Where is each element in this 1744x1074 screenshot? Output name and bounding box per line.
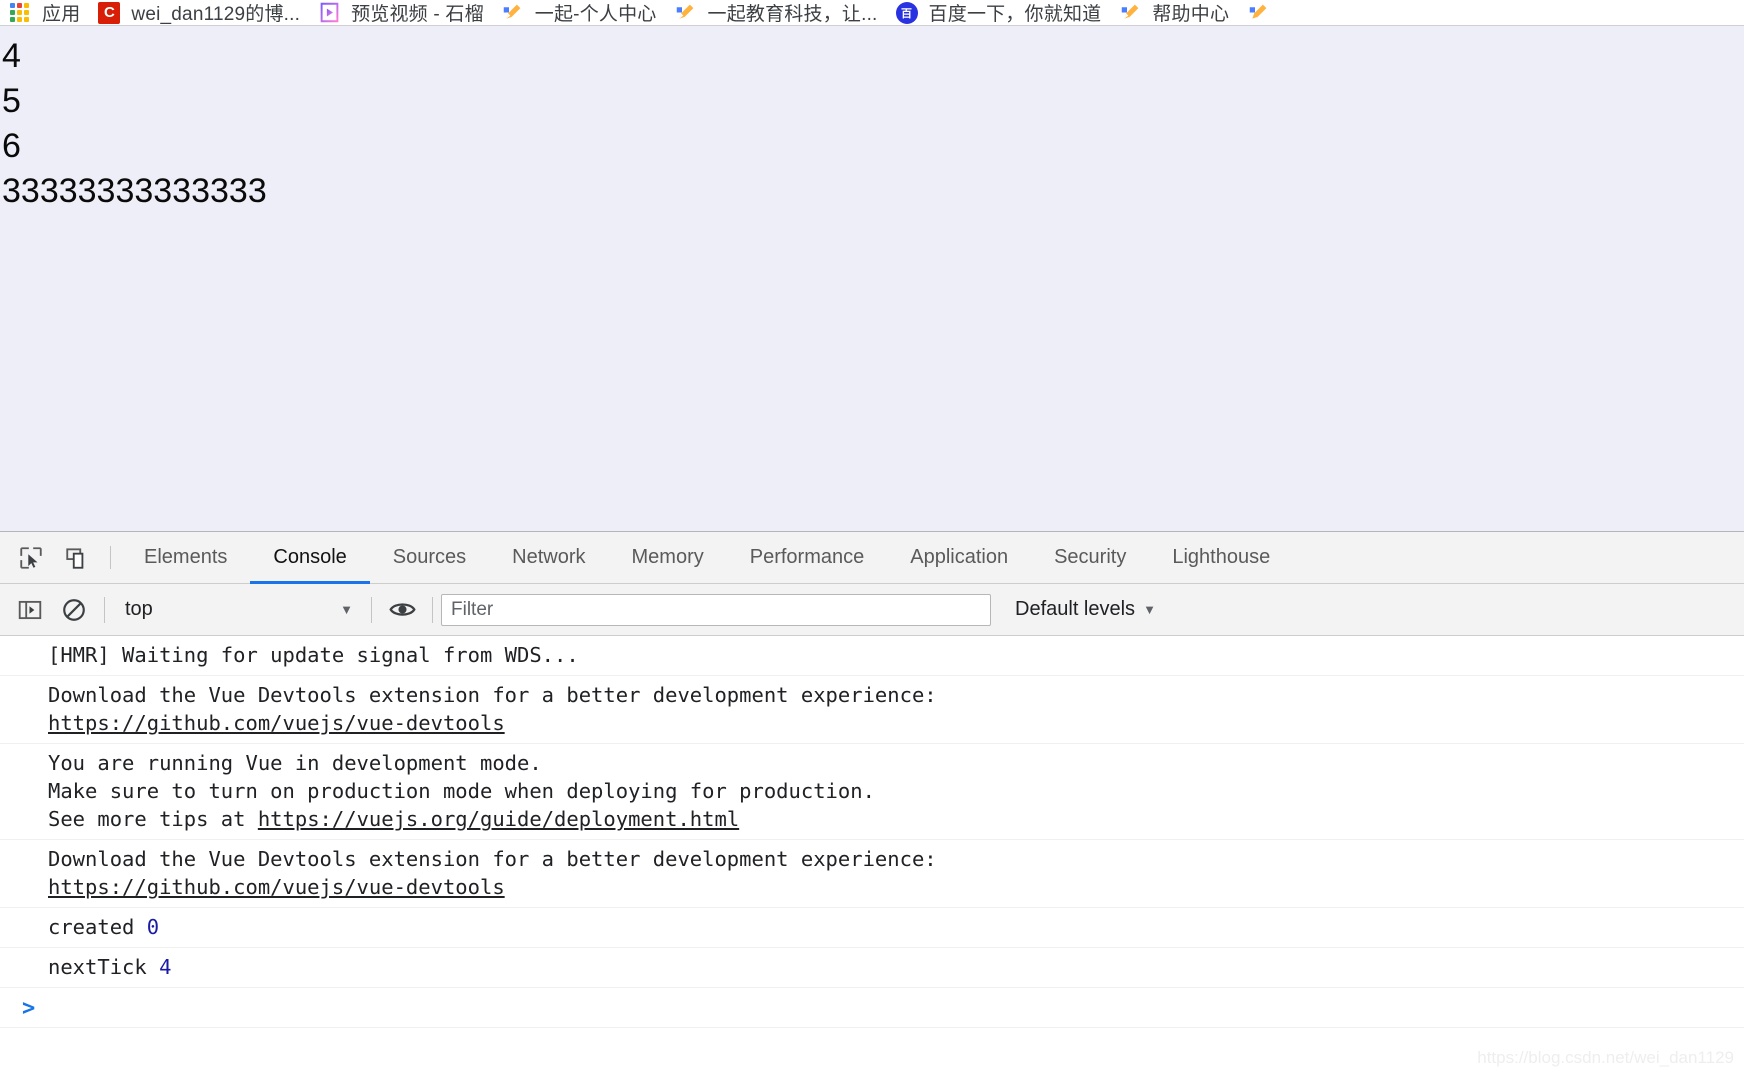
csdn-glyph: C xyxy=(98,1,121,24)
tab-label: Memory xyxy=(631,546,704,568)
tab-label: Security xyxy=(1054,546,1127,568)
console-value-number: 4 xyxy=(159,955,172,979)
console-message[interactable]: You are running Vue in development mode.… xyxy=(0,744,1744,840)
bookmark-label: 预览视频 - 石榴 xyxy=(351,4,484,25)
page-output-line: 33333333333333 xyxy=(2,172,267,210)
tab-console[interactable]: Console xyxy=(250,532,371,584)
pencil-icon xyxy=(1119,2,1141,24)
console-prompt-input[interactable] xyxy=(49,996,1744,1020)
prompt-chevron-icon: > xyxy=(22,996,36,1021)
console-link[interactable]: https://vuejs.org/guide/deployment.html xyxy=(258,807,739,831)
page-output-line: 4 xyxy=(2,37,21,75)
devtools-panel: Elements Console Sources Network Memory … xyxy=(0,531,1744,1074)
bookmark-label: 百度一下，你就知道 xyxy=(928,4,1102,25)
video-play-icon xyxy=(318,2,340,24)
chevron-down-icon: ▼ xyxy=(1143,602,1156,617)
bookmark-item-overflow[interactable] xyxy=(1238,0,1289,25)
console-text: [HMR] Waiting for update signal from WDS… xyxy=(48,643,579,667)
execution-context-select[interactable]: top ▼ xyxy=(113,592,363,628)
console-message[interactable]: created 0 xyxy=(0,908,1744,948)
bookmark-label: wei_dan1129的博... xyxy=(131,4,301,25)
console-text: Download the Vue Devtools extension for … xyxy=(48,847,937,871)
toolbar-divider xyxy=(432,596,433,623)
page-viewport: 4 5 6 33333333333333 xyxy=(0,25,1744,531)
console-link[interactable]: https://github.com/vuejs/vue-devtools xyxy=(48,711,505,735)
watermark-text: https://blog.csdn.net/wei_dan1129 xyxy=(1477,1048,1734,1067)
pencil-icon xyxy=(502,2,524,24)
console-sidebar-icon[interactable] xyxy=(8,588,52,632)
clear-console-icon[interactable] xyxy=(52,588,96,632)
console-message[interactable]: nextTick 4 xyxy=(0,948,1744,988)
console-link[interactable]: https://github.com/vuejs/vue-devtools xyxy=(48,875,505,899)
tab-label: Console xyxy=(273,546,347,568)
apps-grid-icon xyxy=(9,2,31,24)
tab-sources[interactable]: Sources xyxy=(370,532,489,583)
bookmark-label: 帮助中心 xyxy=(1152,4,1230,25)
console-message[interactable]: [HMR] Waiting for update signal from WDS… xyxy=(0,636,1744,676)
page-content: 4 5 6 33333333333333 xyxy=(0,26,1744,214)
tab-label: Sources xyxy=(392,546,467,568)
baidu-glyph: 百 xyxy=(895,1,918,24)
console-message-list[interactable]: [HMR] Waiting for update signal from WDS… xyxy=(0,636,1744,1074)
console-filter-toolbar: top ▼ Default levels ▼ xyxy=(0,584,1744,636)
baidu-icon: 百 xyxy=(895,1,918,24)
page-output-line: 5 xyxy=(2,82,21,120)
tab-performance[interactable]: Performance xyxy=(727,532,888,583)
bookmark-item-yiqi-user-center[interactable]: 一起-个人中心 xyxy=(493,0,666,25)
tab-lighthouse[interactable]: Lighthouse xyxy=(1149,532,1293,583)
toolbar-divider xyxy=(371,596,372,623)
console-message[interactable]: Download the Vue Devtools extension for … xyxy=(0,676,1744,744)
filter-input[interactable] xyxy=(441,593,991,626)
bookmark-item-apps[interactable]: 应用 xyxy=(0,0,89,25)
toolbar-divider xyxy=(110,546,111,569)
pencil-icon xyxy=(1247,2,1269,24)
live-expression-eye-icon[interactable] xyxy=(380,588,424,632)
bookmarks-bar: 应用 C wei_dan1129的博... 预览视频 - 石榴 一起-个人中心 … xyxy=(0,0,1744,25)
log-levels-value: Default levels xyxy=(1015,598,1136,620)
tab-memory[interactable]: Memory xyxy=(609,532,727,583)
console-message[interactable]: Download the Vue Devtools extension for … xyxy=(0,840,1744,908)
bookmark-item-yiqi-education[interactable]: 一起教育科技，让... xyxy=(666,0,887,25)
console-text: created xyxy=(48,915,147,939)
inspect-element-icon[interactable] xyxy=(8,532,54,583)
bookmark-item-csdn-blog[interactable]: C wei_dan1129的博... xyxy=(89,0,309,25)
devtools-tabbar: Elements Console Sources Network Memory … xyxy=(0,532,1744,584)
pencil-icon xyxy=(675,2,697,24)
log-levels-select[interactable]: Default levels ▼ xyxy=(1003,592,1168,628)
tab-application[interactable]: Application xyxy=(887,532,1031,583)
tab-label: Lighthouse xyxy=(1172,546,1271,568)
tab-security[interactable]: Security xyxy=(1031,532,1149,583)
toolbar-divider xyxy=(104,596,105,623)
page-output-line: 6 xyxy=(2,127,21,165)
csdn-icon: C xyxy=(98,1,121,24)
bookmark-item-preview-video[interactable]: 预览视频 - 石榴 xyxy=(309,0,493,25)
tab-label: Network xyxy=(512,546,586,568)
tab-label: Elements xyxy=(144,546,228,568)
bookmark-label: 一起教育科技，让... xyxy=(707,4,878,25)
tab-label: Performance xyxy=(749,546,865,568)
tab-network[interactable]: Network xyxy=(489,532,608,583)
bookmark-item-baidu[interactable]: 百 百度一下，你就知道 xyxy=(887,0,1111,25)
bookmark-label: 应用 xyxy=(42,4,81,25)
console-prompt-row[interactable]: > xyxy=(0,988,1744,1028)
bookmark-label: 一起-个人中心 xyxy=(534,4,657,25)
tab-label: Application xyxy=(910,546,1009,568)
console-text: Download the Vue Devtools extension for … xyxy=(48,683,937,707)
tab-elements[interactable]: Elements xyxy=(121,532,250,583)
console-text: nextTick xyxy=(48,955,160,979)
bookmark-item-help-center[interactable]: 帮助中心 xyxy=(1110,0,1238,25)
execution-context-value: top xyxy=(125,598,153,620)
chevron-down-icon: ▼ xyxy=(340,602,353,617)
device-toolbar-icon[interactable] xyxy=(54,532,100,583)
console-value-number: 0 xyxy=(146,915,160,939)
